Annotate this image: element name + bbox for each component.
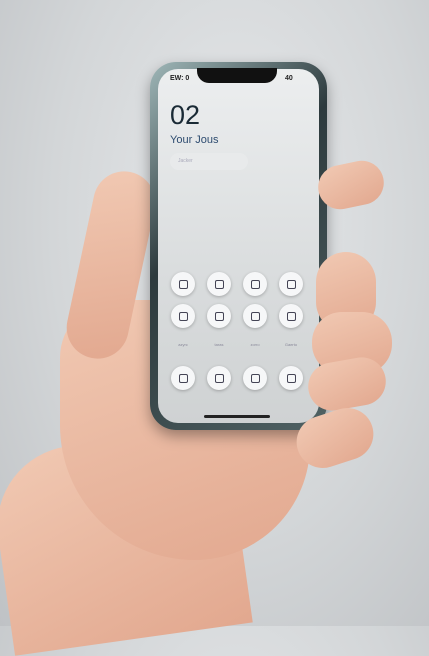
app-glyph-icon — [250, 311, 260, 321]
app-icon[interactable] — [171, 304, 195, 328]
app-icon[interactable] — [243, 272, 267, 296]
app-glyph-icon — [286, 279, 296, 289]
app-glyph-icon — [250, 279, 260, 289]
app-glyph-icon — [214, 279, 224, 289]
app-icon[interactable] — [171, 366, 195, 390]
search-input[interactable]: Jacker — [170, 153, 248, 170]
app-glyph-icon — [214, 311, 224, 321]
app-icon[interactable] — [207, 272, 231, 296]
app-label: taras — [214, 342, 224, 347]
app-glyph-icon — [286, 311, 296, 321]
app-label: zorro — [250, 342, 260, 347]
home-indicator[interactable] — [204, 415, 270, 418]
status-left: EW: 0 — [170, 75, 190, 82]
app-icon[interactable] — [279, 272, 303, 296]
app-icon[interactable] — [171, 272, 195, 296]
app-glyph-icon — [178, 279, 188, 289]
app-icon[interactable] — [207, 304, 231, 328]
phone-notch — [197, 68, 277, 83]
app-glyph-icon — [250, 373, 260, 383]
app-glyph-icon — [178, 311, 188, 321]
app-glyph-icon — [286, 373, 296, 383]
app-icon[interactable] — [279, 304, 303, 328]
clock: 02 — [170, 100, 201, 130]
subtitle: Your Jous — [170, 134, 219, 146]
app-label: azyrc — [178, 342, 188, 347]
app-icon[interactable] — [243, 304, 267, 328]
app-glyph-icon — [178, 373, 188, 383]
app-icon[interactable] — [243, 366, 267, 390]
app-label: Gaerto — [284, 342, 298, 347]
status-right: 40 — [285, 75, 293, 82]
app-icon[interactable] — [279, 366, 303, 390]
app-icon[interactable] — [207, 366, 231, 390]
app-glyph-icon — [214, 373, 224, 383]
